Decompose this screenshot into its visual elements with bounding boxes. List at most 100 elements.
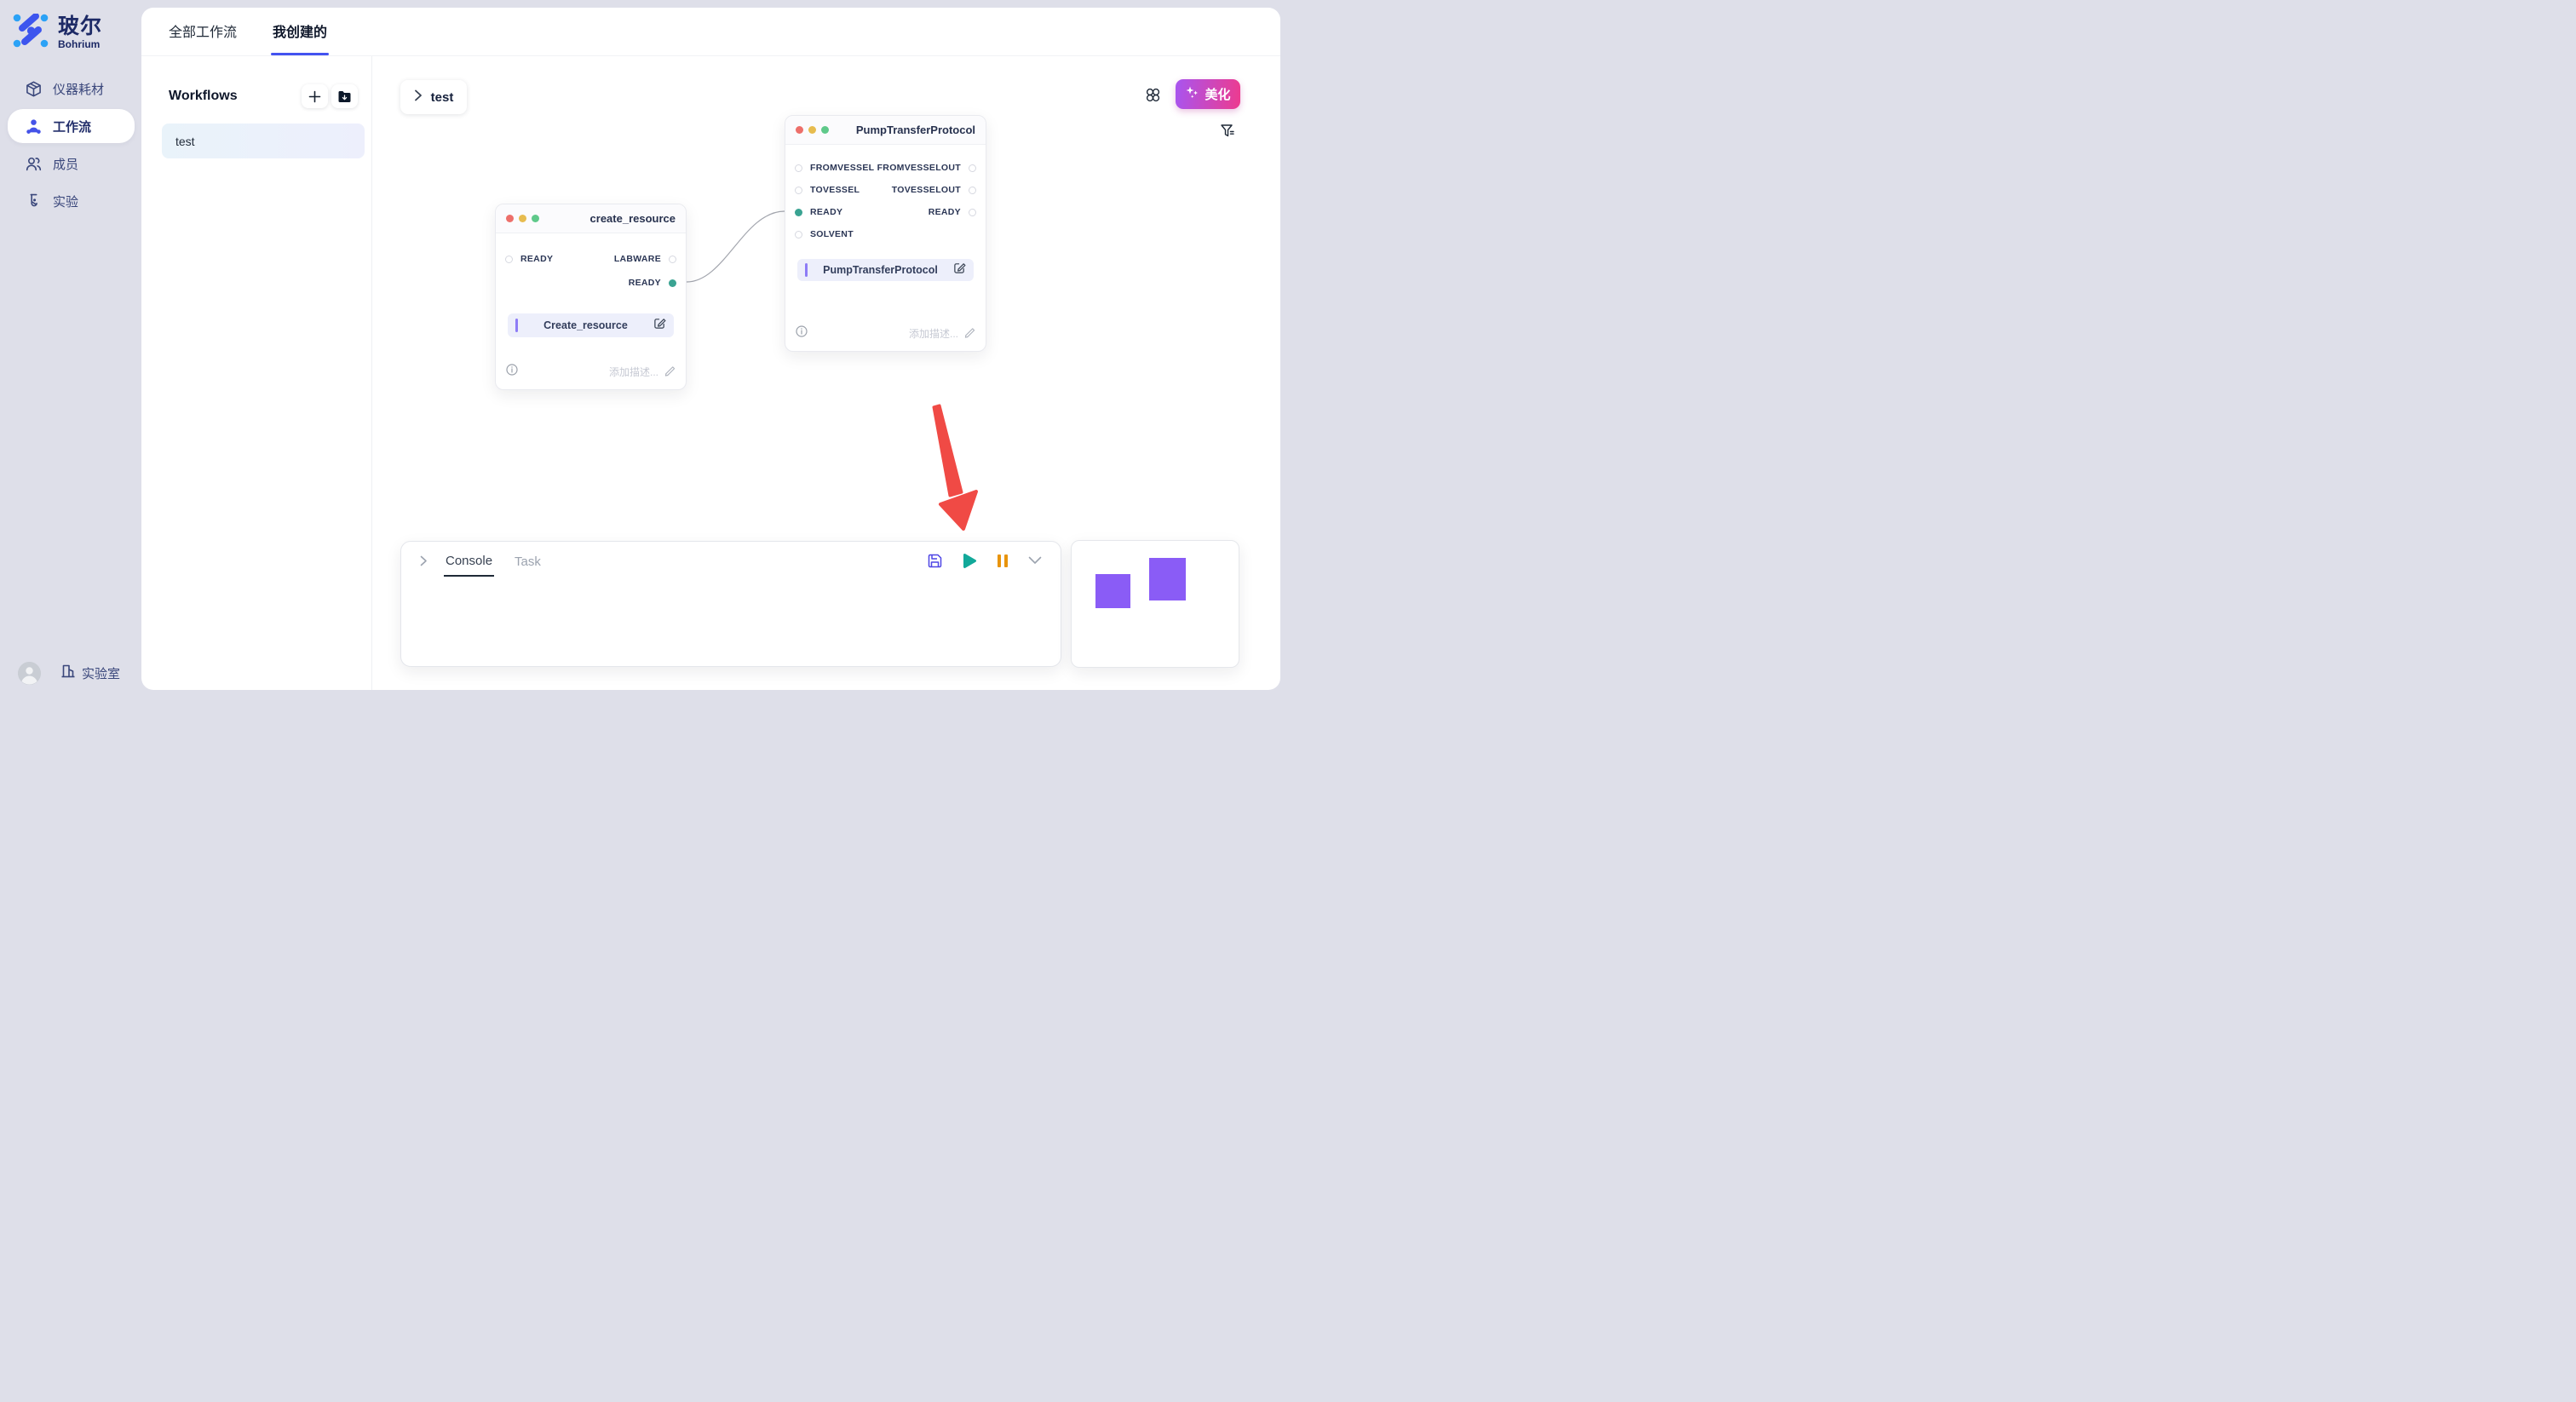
filter-icon[interactable] <box>1218 122 1237 141</box>
description-placeholder[interactable]: 添加描述... <box>609 365 676 379</box>
box-icon <box>26 81 42 97</box>
red-dot-icon <box>506 215 514 222</box>
output-port[interactable]: TOVESSELOUT <box>892 185 976 195</box>
workflow-tabs: 全部工作流 我创建的 <box>141 8 1280 56</box>
output-port[interactable]: READY <box>629 278 676 288</box>
ports: FROMVESSEL FROMVESSELOUT TOVESSEL <box>785 145 986 245</box>
sparkles-icon <box>1185 85 1199 103</box>
sidebar-item-label: 仪器耗材 <box>53 80 104 98</box>
port-dot[interactable] <box>969 209 976 216</box>
output-port[interactable]: READY <box>929 207 976 217</box>
main-panel: 全部工作流 我创建的 Workflows <box>141 8 1280 690</box>
node-footer: 添加描述... <box>785 325 986 351</box>
workflow-item-name: test <box>175 135 195 148</box>
output-port[interactable]: LABWARE <box>614 254 676 264</box>
collapse-left-icon[interactable] <box>420 554 434 567</box>
minimap[interactable] <box>1071 540 1239 668</box>
tab-console[interactable]: Console <box>444 544 494 577</box>
sidebar-item-members[interactable]: 成员 <box>0 147 141 181</box>
node-title: PumpTransferProtocol <box>856 124 975 136</box>
node-name-field[interactable]: Create_resource <box>508 313 674 337</box>
port-dot[interactable] <box>669 256 676 263</box>
run-icon[interactable] <box>963 553 977 569</box>
green-dot-icon <box>532 215 539 222</box>
minimap-node <box>1149 558 1186 600</box>
tab-all-workflows[interactable]: 全部工作流 <box>169 20 237 55</box>
lab-label: 实验室 <box>82 664 120 682</box>
beautify-label: 美化 <box>1205 85 1230 103</box>
pause-icon[interactable] <box>997 554 1009 568</box>
workflow-user-icon <box>26 118 42 135</box>
workflow-panel-title: Workflows <box>169 89 238 104</box>
node-create-resource[interactable]: create_resource READY LABWARE <box>495 204 687 390</box>
node-name-field[interactable]: PumpTransferProtocol <box>797 259 974 281</box>
canvas-breadcrumb[interactable]: test <box>400 80 467 114</box>
brand: 玻尔 Bohrium <box>13 14 102 52</box>
yellow-dot-icon <box>519 215 526 222</box>
sidebar-item-label: 成员 <box>53 155 78 173</box>
flow-canvas[interactable]: test 美化 <box>372 56 1280 690</box>
output-port[interactable]: FROMVESSELOUT <box>877 163 976 173</box>
node-pump-transfer-protocol[interactable]: PumpTransferProtocol FROMVESSEL FROMVESS… <box>785 115 986 352</box>
layout-command-icon[interactable] <box>1143 85 1162 104</box>
traffic-light-dots <box>796 126 829 134</box>
ports: READY LABWARE READY <box>496 233 686 295</box>
port-dot[interactable] <box>795 164 802 172</box>
brand-subtitle: Bohrium <box>58 38 102 50</box>
members-icon <box>26 156 42 172</box>
sidebar-nav: 仪器耗材 工作流 <box>0 72 141 218</box>
lab-switcher[interactable]: 实验室 <box>60 664 120 682</box>
red-dot-icon <box>796 126 803 134</box>
input-port[interactable]: FROMVESSEL <box>795 163 874 173</box>
edit-icon[interactable] <box>953 261 966 279</box>
pencil-icon <box>964 327 975 341</box>
sidebar-item-instruments[interactable]: 仪器耗材 <box>0 72 141 106</box>
port-dot[interactable] <box>505 256 513 263</box>
brand-title: 玻尔 <box>58 15 102 39</box>
sidebar-item-label: 实验 <box>53 192 78 210</box>
input-port[interactable]: SOLVENT <box>795 229 854 239</box>
port-dot-connected[interactable] <box>795 209 802 216</box>
workflow-list-item[interactable]: test <box>162 124 365 158</box>
sidebar-footer: 实验室 <box>0 656 141 690</box>
green-dot-icon <box>821 126 829 134</box>
input-port[interactable]: TOVESSEL <box>795 185 860 195</box>
beautify-button[interactable]: 美化 <box>1176 79 1240 109</box>
info-icon[interactable] <box>796 325 808 342</box>
minimap-node <box>1095 574 1130 608</box>
breadcrumb-label: test <box>431 90 454 105</box>
import-folder-button[interactable] <box>331 84 358 108</box>
port-dot[interactable] <box>969 187 976 194</box>
bohrium-logo-icon <box>13 14 49 52</box>
node-title: create_resource <box>590 212 676 225</box>
port-dot-connected[interactable] <box>669 279 676 287</box>
port-dot[interactable] <box>795 231 802 238</box>
console-header: Console Task <box>401 542 1061 579</box>
port-dot[interactable] <box>969 164 976 172</box>
chevron-right-icon <box>414 89 423 106</box>
info-icon[interactable] <box>506 364 518 380</box>
sidebar-item-experiment[interactable]: 实验 <box>0 184 141 218</box>
save-icon[interactable] <box>927 553 943 569</box>
description-placeholder[interactable]: 添加描述... <box>909 326 975 341</box>
experiment-icon <box>26 193 42 210</box>
node-footer: 添加描述... <box>496 364 686 389</box>
traffic-light-dots <box>506 215 539 222</box>
building-icon <box>60 664 76 682</box>
sidebar: 玻尔 Bohrium 仪器耗材 <box>0 0 141 701</box>
avatar[interactable] <box>18 662 41 685</box>
tab-task[interactable]: Task <box>513 545 543 576</box>
input-port[interactable]: READY <box>505 254 553 264</box>
edit-icon[interactable] <box>653 317 666 334</box>
add-workflow-button[interactable] <box>302 84 328 108</box>
bohrium-workflow-app: 玻尔 Bohrium 仪器耗材 <box>0 0 1288 701</box>
sidebar-item-workflow[interactable]: 工作流 <box>8 109 135 143</box>
input-port[interactable]: READY <box>795 207 842 217</box>
tab-my-created[interactable]: 我创建的 <box>273 20 327 55</box>
console-panel: Console Task <box>400 541 1061 667</box>
sidebar-item-label: 工作流 <box>53 118 91 135</box>
port-dot[interactable] <box>795 187 802 194</box>
pencil-icon <box>664 365 676 379</box>
node-header: PumpTransferProtocol <box>785 116 986 145</box>
chevron-down-icon[interactable] <box>1028 556 1042 565</box>
